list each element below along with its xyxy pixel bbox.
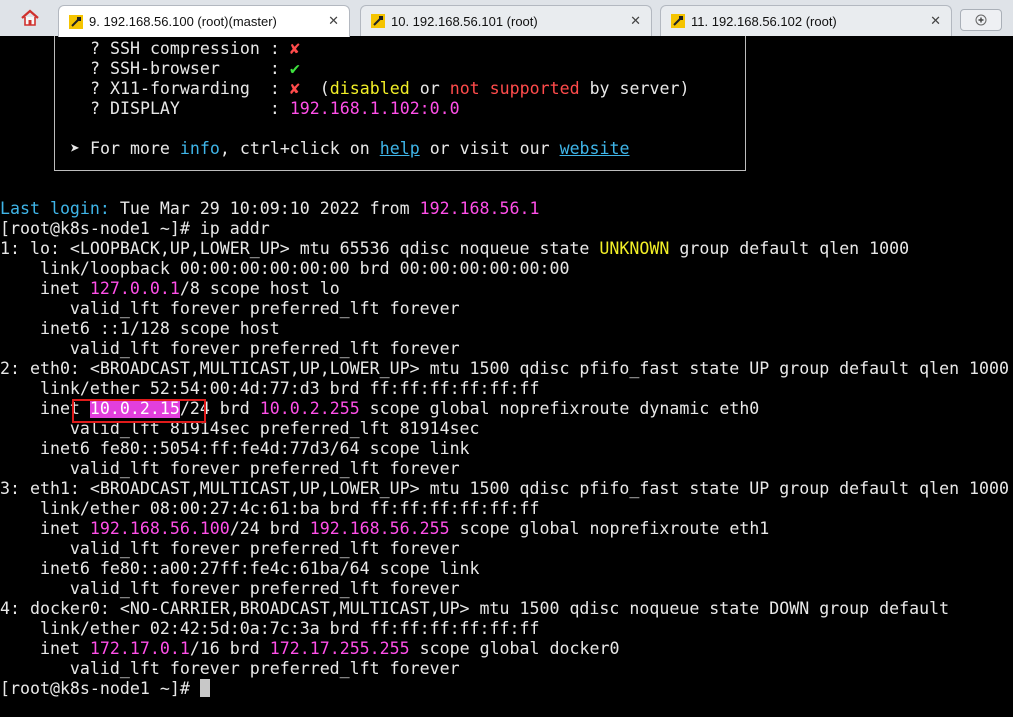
output-line: inet6 fe80::5054:ff:fe4d:77d3/64 scope l… xyxy=(0,439,470,458)
close-icon[interactable]: ✕ xyxy=(930,13,941,29)
pin-icon xyxy=(69,14,83,29)
last-login-line: Last login: Tue Mar 29 10:09:10 2022 fro… xyxy=(0,199,540,218)
tab-bar: 9. 192.168.56.100 (root)(master) ✕ 10. 1… xyxy=(0,0,1013,37)
banner-ssh-compression: ? SSH compression : ✘ xyxy=(90,39,300,58)
command-line: [root@k8s-node1 ~]# ip addr xyxy=(0,219,270,238)
output-line: inet 192.168.56.100/24 brd 192.168.56.25… xyxy=(0,519,770,538)
output-line: 4: docker0: <NO-CARRIER,BROADCAST,MULTIC… xyxy=(0,599,950,618)
output-line: link/loopback 00:00:00:00:00:00 brd 00:0… xyxy=(0,259,570,278)
terminal-output[interactable]: ? SSH compression : ✘ ? SSH-browser : ✔ … xyxy=(0,36,1013,717)
output-line: link/ether 02:42:5d:0a:7c:3a brd ff:ff:f… xyxy=(0,619,540,638)
banner-ssh-browser: ? SSH-browser : ✔ xyxy=(90,59,300,78)
output-line: inet6 fe80::a00:27ff:fe4c:61ba/64 scope … xyxy=(0,559,480,578)
output-line: valid_lft forever preferred_lft forever xyxy=(0,339,460,358)
tab-label: 10. 192.168.56.101 (root) xyxy=(391,13,538,29)
banner-more-info: ➤ For more info, ctrl+click on help or v… xyxy=(70,139,630,158)
text-cursor xyxy=(199,679,210,697)
tab-label: 11. 192.168.56.102 (root) xyxy=(691,13,837,29)
output-line: 1: lo: <LOOPBACK,UP,LOWER_UP> mtu 65536 … xyxy=(0,239,910,258)
close-icon[interactable]: ✕ xyxy=(328,13,339,29)
close-icon[interactable]: ✕ xyxy=(630,13,641,29)
banner-x11-forwarding: ? X11-forwarding : ✘ (disabled or not su… xyxy=(90,79,690,98)
prompt-line[interactable]: [root@k8s-node1 ~]# xyxy=(0,679,210,699)
new-tab-button[interactable] xyxy=(960,9,1002,31)
pin-icon xyxy=(671,14,685,28)
annotation-highlight-box xyxy=(72,399,206,423)
home-icon xyxy=(21,9,39,26)
banner-display: ? DISPLAY : 192.168.1.102:0.0 xyxy=(90,99,460,118)
output-line: valid_lft forever preferred_lft forever xyxy=(0,579,460,598)
output-line: inet 127.0.0.1/8 scope host lo xyxy=(0,279,340,298)
output-line: 3: eth1: <BROADCAST,MULTICAST,UP,LOWER_U… xyxy=(0,479,1010,498)
help-link[interactable]: help xyxy=(380,139,420,158)
output-line: valid_lft forever preferred_lft forever xyxy=(0,539,460,558)
output-line: valid_lft forever preferred_lft forever xyxy=(0,459,460,478)
output-line: valid_lft forever preferred_lft forever xyxy=(0,299,460,318)
tab-session-10[interactable]: 10. 192.168.56.101 (root) ✕ xyxy=(360,5,652,36)
output-line: 2: eth0: <BROADCAST,MULTICAST,UP,LOWER_U… xyxy=(0,359,1010,378)
website-link[interactable]: website xyxy=(560,139,630,158)
output-line: link/ether 52:54:00:4d:77:d3 brd ff:ff:f… xyxy=(0,379,540,398)
home-button[interactable] xyxy=(14,4,46,32)
pin-icon xyxy=(371,14,385,28)
tab-session-11[interactable]: 11. 192.168.56.102 (root) ✕ xyxy=(660,5,952,36)
info-link[interactable]: info xyxy=(180,139,220,158)
output-line: inet 172.17.0.1/16 brd 172.17.255.255 sc… xyxy=(0,639,620,658)
output-line: inet6 ::1/128 scope host xyxy=(0,319,280,338)
tab-label: 9. 192.168.56.100 (root)(master) xyxy=(89,14,277,29)
new-tab-icon xyxy=(975,14,987,26)
tab-session-9[interactable]: 9. 192.168.56.100 (root)(master) ✕ xyxy=(58,5,350,37)
output-line: link/ether 08:00:27:4c:61:ba brd ff:ff:f… xyxy=(0,499,540,518)
output-line: valid_lft forever preferred_lft forever xyxy=(0,659,460,678)
